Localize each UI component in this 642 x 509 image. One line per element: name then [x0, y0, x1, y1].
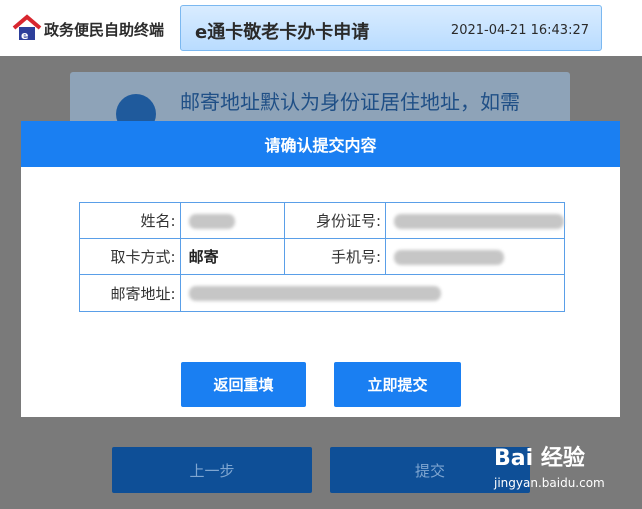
confirm-table: 姓名: 身份证号: 取卡方式: 邮寄 手机号: 邮寄地址: — [79, 202, 566, 312]
logo-text: 政务便民自助终端 — [44, 21, 165, 39]
dialog-title: 请确认提交内容 — [21, 121, 620, 167]
phone-label: 手机号: — [284, 238, 386, 275]
logo: e 政务便民自助终端 — [12, 12, 170, 44]
svg-text:e: e — [21, 29, 28, 42]
watermark: Bai 经验 jingyan.baidu.com — [494, 440, 634, 496]
name-label: 姓名: — [79, 202, 181, 239]
name-value — [179, 202, 286, 239]
submit-now-button[interactable]: 立即提交 — [334, 362, 461, 407]
notice-text: 邮寄地址默认为身份证居住地址，如需 — [180, 90, 520, 114]
back-refill-button[interactable]: 返回重填 — [181, 362, 306, 407]
top-bar: e 政务便民自助终端 e通卡敬老卡办卡申请 2021-04-21 16:43:2… — [0, 0, 642, 56]
datetime: 2021-04-21 16:43:27 — [450, 23, 589, 38]
address-value — [179, 274, 566, 312]
confirm-dialog: 请确认提交内容 姓名: 身份证号: 取卡方式: 邮寄 手机号: 邮寄地址: 返回… — [21, 121, 620, 417]
watermark-url: jingyan.baidu.com — [494, 476, 605, 490]
pickup-label: 取卡方式: — [79, 238, 181, 275]
prev-step-button[interactable]: 上一步 — [112, 447, 312, 493]
address-label: 邮寄地址: — [79, 274, 181, 312]
watermark-brand: Bai 经验 — [494, 446, 585, 471]
page-title: e通卡敬老卡办卡申请 — [195, 22, 370, 43]
phone-value — [385, 238, 565, 275]
logo-house-icon: e — [12, 14, 42, 42]
pickup-value: 邮寄 — [179, 238, 286, 275]
page-title-tab: e通卡敬老卡办卡申请 2021-04-21 16:43:27 — [180, 5, 602, 51]
address-notice: 邮寄地址默认为身份证居住地址，如需 — [70, 72, 570, 134]
id-label: 身份证号: — [284, 202, 386, 239]
id-value — [385, 202, 565, 239]
